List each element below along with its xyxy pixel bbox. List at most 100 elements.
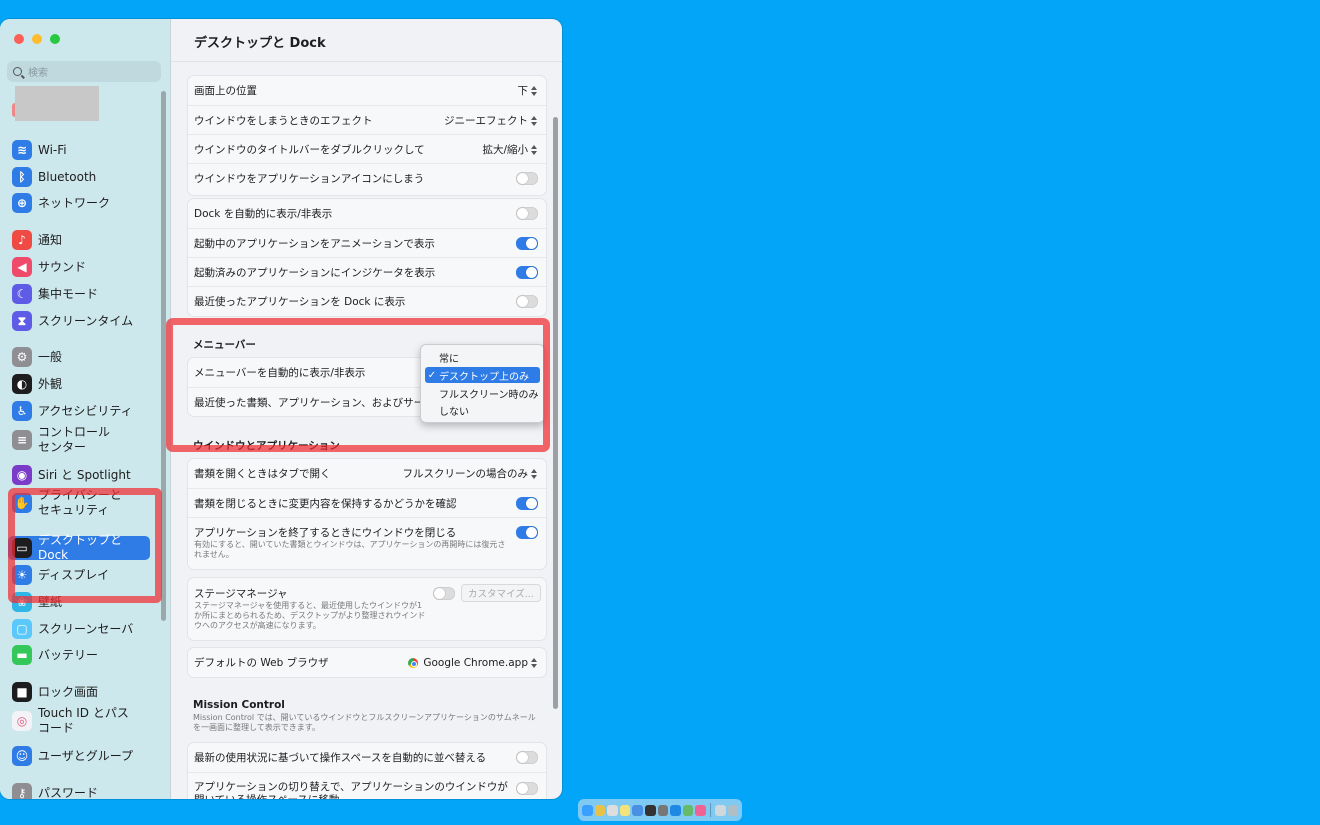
row-label: Dock を自動的に表示/非表示 [194,208,333,220]
row-minimize-effect[interactable]: ウインドウをしまうときのエフェクト ジニーエフェクト [188,105,546,135]
fingerprint-icon: ◎ [12,711,32,731]
sidebar-item-fingerprint[interactable]: ◎ Touch ID とパス コード [8,706,150,736]
row-default-browser[interactable]: デフォルトの Web ブラウザ Google Chrome.app [188,648,546,677]
network-icon: ⊕ [12,193,32,213]
page-title: デスクトップと Dock [194,36,326,51]
row-label: ウインドウをしまうときのエフェクト [194,115,373,127]
sidebar-item-accessibility[interactable]: ♿ アクセシビリティ [8,401,150,421]
row-animate-opening[interactable]: 起動中のアプリケーションをアニメーションで表示 [188,228,546,258]
sidebar-item-wifi[interactable]: ≋ Wi-Fi [8,140,150,160]
sidebar-item-appearance[interactable]: ◐ 外観 [8,374,150,394]
finder-icon[interactable] [582,804,593,816]
sidebar-item-key[interactable]: ⚷ パスワード [8,783,150,799]
appstore-icon[interactable] [670,804,681,816]
updown-icon [531,468,538,479]
sidebar-item-label: バッテリー [38,647,99,662]
siri-icon: ◉ [12,465,32,485]
sidebar-item-hourglass[interactable]: ⧗ スクリーンタイム [8,311,150,331]
ask-keep-changes-toggle[interactable] [516,497,538,510]
sidebar-item-control-center[interactable]: ≡ コントロール センター [8,425,150,455]
dock-position-popup[interactable]: 下 [518,83,539,98]
sidebar-item-moon[interactable]: ☾ 集中モード [8,284,150,304]
show-recent-apps-toggle[interactable] [516,295,538,308]
sidebar-item-lock[interactable]: ■ ロック画面 [8,682,150,702]
stage-manager-group: ステージマネージャ ステージマネージャを使用すると、最近使用したウインドウが1か… [187,577,547,641]
chrome-dock-icon[interactable] [594,804,606,816]
row-show-indicators[interactable]: 起動済みのアプリケーションにインジケータを表示 [188,257,546,287]
settings-dock-icon[interactable] [657,804,669,816]
zoom-button[interactable] [50,34,60,44]
row-auto-rearrange-spaces[interactable]: 最新の使用状況に基づいて操作スペースを自動的に並べ替える [188,743,546,772]
popup-value: 下 [517,85,529,97]
row-minimize-into-icon[interactable]: ウインドウをアプリケーションアイコンにしまう [188,163,546,193]
titlebar-doubleclick-popup[interactable]: 拡大/縮小 [482,142,538,157]
sidebar-item-gear[interactable]: ⚙ 一般 [8,347,150,367]
section-title-mission-control: Mission Control [193,699,285,711]
customize-button[interactable]: カスタマイズ... [461,584,541,602]
show-indicators-toggle[interactable] [516,266,538,279]
sidebar-item-label: Wi-Fi [38,142,67,157]
animate-opening-toggle[interactable] [516,237,538,250]
dock-behavior-group: Dock を自動的に表示/非表示 起動中のアプリケーションをアニメーションで表示… [187,198,547,317]
row-ask-keep-changes[interactable]: 書類を閉じるときに変更内容を保持するかどうかを確認 [188,488,546,518]
window-controls [14,34,60,44]
lock-icon: ■ [12,682,32,702]
sidebar-item-speaker[interactable]: ◀ サウンド [8,257,150,277]
prefer-tabs-popup[interactable]: フルスクリーンの場合のみ [403,466,538,481]
app-icon[interactable] [607,804,618,816]
row-dock-position[interactable]: 画面上の位置 下 [188,76,546,105]
autohide-dock-toggle[interactable] [516,207,538,220]
stage-manager-toggle[interactable] [433,587,455,600]
trash-icon[interactable] [727,804,739,816]
minimize-into-icon-toggle[interactable] [516,172,538,185]
app-icon[interactable] [644,804,656,816]
updown-icon [531,85,538,96]
minimize-button[interactable] [32,34,42,44]
auto-rearrange-spaces-toggle[interactable] [516,751,538,764]
minimize-effect-popup[interactable]: ジニーエフェクト [444,113,538,128]
search-icon [13,67,22,76]
switch-to-space-toggle[interactable] [516,782,538,795]
row-autohide-dock[interactable]: Dock を自動的に表示/非表示 [188,199,546,228]
accessibility-icon: ♿ [12,401,32,421]
browser-group: デフォルトの Web ブラウザ Google Chrome.app [187,647,547,678]
sidebar-item-label: 外観 [38,376,63,391]
close-button[interactable] [14,34,24,44]
music-icon[interactable] [695,804,706,816]
search-field[interactable]: 検索 [7,61,161,82]
default-browser-popup[interactable]: Google Chrome.app [408,657,538,669]
speaker-icon: ◀ [12,257,32,277]
notes-icon[interactable] [619,804,631,816]
apple-id-redacted[interactable] [15,86,99,121]
app-icon[interactable] [682,804,694,816]
control-center-icon: ≡ [12,430,32,450]
moon-icon: ☾ [12,284,32,304]
app-icon[interactable] [632,804,643,816]
row-stage-manager[interactable]: ステージマネージャ ステージマネージャを使用すると、最近使用したウインドウが1か… [188,578,546,640]
row-show-recent-apps[interactable]: 最近使ったアプリケーションを Dock に表示 [188,286,546,316]
close-windows-on-quit-toggle[interactable] [516,526,538,539]
sidebar-item-users[interactable]: ☺ ユーザとグループ [8,746,150,766]
row-titlebar-doubleclick[interactable]: ウインドウのタイトルバーをダブルクリックして 拡大/縮小 [188,134,546,164]
row-label: デフォルトの Web ブラウザ [194,657,329,669]
highlight-annotation-menubar [166,318,550,452]
bluetooth-icon: ᛒ [12,167,32,187]
sidebar-item-siri[interactable]: ◉ Siri と Spotlight [8,465,150,485]
sidebar-item-screensaver[interactable]: ▢ スクリーンセーバ [8,619,150,639]
sidebar-item-label: スクリーンタイム [38,313,134,328]
sidebar-item-label: Touch ID とパス コード [38,706,129,735]
popup-value: フルスクリーンの場合のみ [402,468,528,480]
main-scrollbar[interactable] [553,117,558,709]
sidebar-item-battery[interactable]: ▬ バッテリー [8,645,150,665]
sidebar-item-bell[interactable]: ♪ 通知 [8,230,150,250]
row-close-windows-on-quit[interactable]: アプリケーションを終了するときにウインドウを閉じる 有効にすると、開いていた書類… [188,517,546,569]
users-icon: ☺ [12,746,32,766]
row-switch-to-space[interactable]: アプリケーションの切り替えで、アプリケーションのウインドウが開いている操作スペー… [188,772,546,799]
screensaver-icon: ▢ [12,619,32,639]
row-prefer-tabs[interactable]: 書類を開くときはタブで開く フルスクリーンの場合のみ [188,459,546,488]
row-label: ウインドウをアプリケーションアイコンにしまう [194,173,425,185]
row-label: ウインドウのタイトルバーをダブルクリックして [194,144,425,156]
sidebar-item-network[interactable]: ⊕ ネットワーク [8,193,150,213]
downloads-icon[interactable] [714,804,726,816]
sidebar-item-bluetooth[interactable]: ᛒ Bluetooth [8,167,150,187]
